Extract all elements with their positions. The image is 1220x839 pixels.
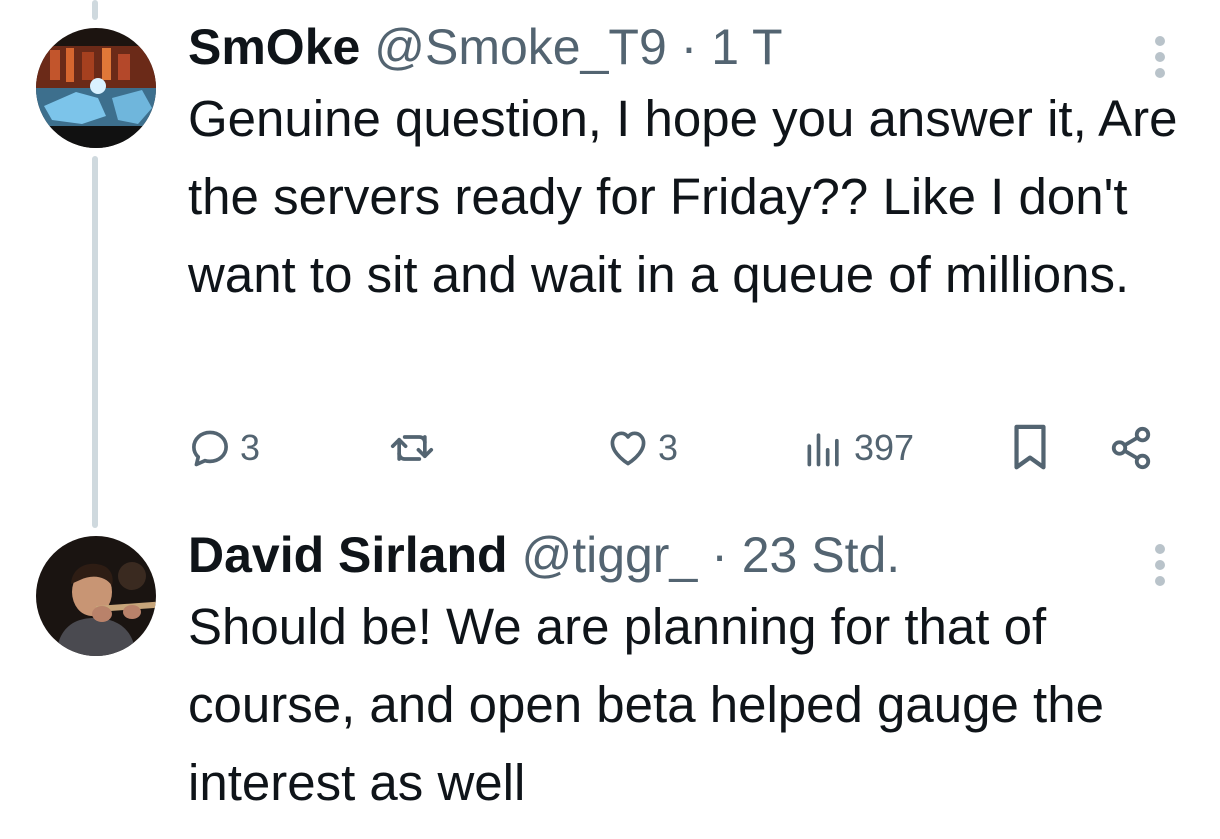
thread-line-top	[92, 0, 98, 20]
reply-thread: SmOke @Smoke_T9 · 1 T Genuine question, …	[0, 0, 1220, 839]
user-handle[interactable]: @Smoke_T9	[374, 19, 667, 75]
display-name[interactable]: David Sirland	[188, 527, 508, 583]
thread-line-connector	[92, 156, 98, 528]
repost-button[interactable]	[388, 420, 444, 476]
tweet-header: SmOke @Smoke_T9 · 1 T	[188, 22, 783, 72]
share-icon	[1111, 426, 1151, 470]
reply-button[interactable]: 3	[188, 420, 260, 476]
views-button[interactable]: 397	[802, 420, 914, 476]
avatar[interactable]	[36, 536, 156, 656]
display-name[interactable]: SmOke	[188, 19, 360, 75]
repost-icon	[390, 435, 434, 461]
separator-dot: ·	[680, 19, 698, 75]
view-count: 397	[854, 427, 915, 468]
timestamp[interactable]: 23 Std.	[742, 527, 900, 583]
avatar-image	[36, 28, 156, 148]
tweet-header: David Sirland @tiggr_ · 23 Std.	[188, 530, 900, 580]
tweet-text: Should be! We are planning for that of c…	[188, 598, 1104, 811]
reply-icon	[192, 430, 228, 467]
avatar[interactable]	[36, 28, 156, 148]
views-icon	[807, 433, 839, 467]
more-icon[interactable]	[1150, 36, 1170, 78]
more-icon[interactable]	[1150, 544, 1170, 586]
timestamp[interactable]: 1 T	[711, 19, 782, 75]
tweet-actions: 3 3 397	[188, 420, 1168, 476]
like-button[interactable]: 3	[606, 420, 678, 476]
user-handle[interactable]: @tiggr_	[521, 527, 697, 583]
separator-dot: ·	[711, 527, 728, 583]
heart-icon	[610, 431, 646, 466]
bookmark-button[interactable]	[1010, 420, 1050, 476]
reply-count: 3	[240, 427, 261, 468]
bookmark-icon	[1014, 424, 1046, 470]
share-button[interactable]	[1108, 420, 1154, 476]
tweet-text: Genuine question, I hope you answer it, …	[188, 90, 1178, 303]
avatar-image	[36, 536, 156, 656]
like-count: 3	[658, 427, 679, 468]
